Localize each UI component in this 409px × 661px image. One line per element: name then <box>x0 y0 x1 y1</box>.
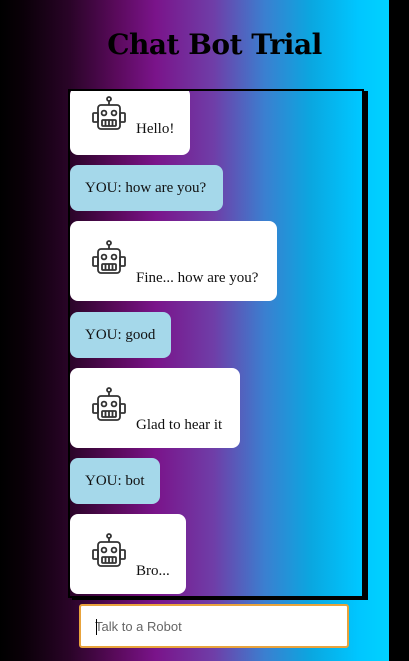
message-text: YOU: bot <box>85 473 145 489</box>
robot-icon <box>92 533 126 567</box>
bot-message: Bro... <box>70 514 186 594</box>
chat-input-container <box>79 604 349 648</box>
chat-input[interactable] <box>81 606 347 646</box>
bot-message: Glad to hear it <box>70 368 240 448</box>
message-text: Fine... how are you? <box>136 270 259 286</box>
chat-log[interactable]: Hello! YOU: how are you? Fine... how are… <box>68 89 364 598</box>
user-message: YOU: bot <box>70 458 160 504</box>
text-caret <box>96 619 97 635</box>
page-title: Chat Bot Trial <box>107 28 322 61</box>
bot-message: Hello! <box>70 91 190 155</box>
message-text: Glad to hear it <box>136 417 223 433</box>
robot-icon <box>92 387 126 421</box>
user-message: YOU: good <box>70 312 171 358</box>
bot-message: Fine... how are you? <box>70 221 277 301</box>
message-text: Hello! <box>136 121 175 137</box>
user-message: YOU: how are you? <box>70 165 223 211</box>
robot-icon <box>92 96 126 130</box>
window-edge <box>389 0 409 661</box>
message-text: YOU: good <box>85 327 156 343</box>
message-text: YOU: how are you? <box>85 180 207 196</box>
message-text: Bro... <box>136 563 170 579</box>
robot-icon <box>92 240 126 274</box>
